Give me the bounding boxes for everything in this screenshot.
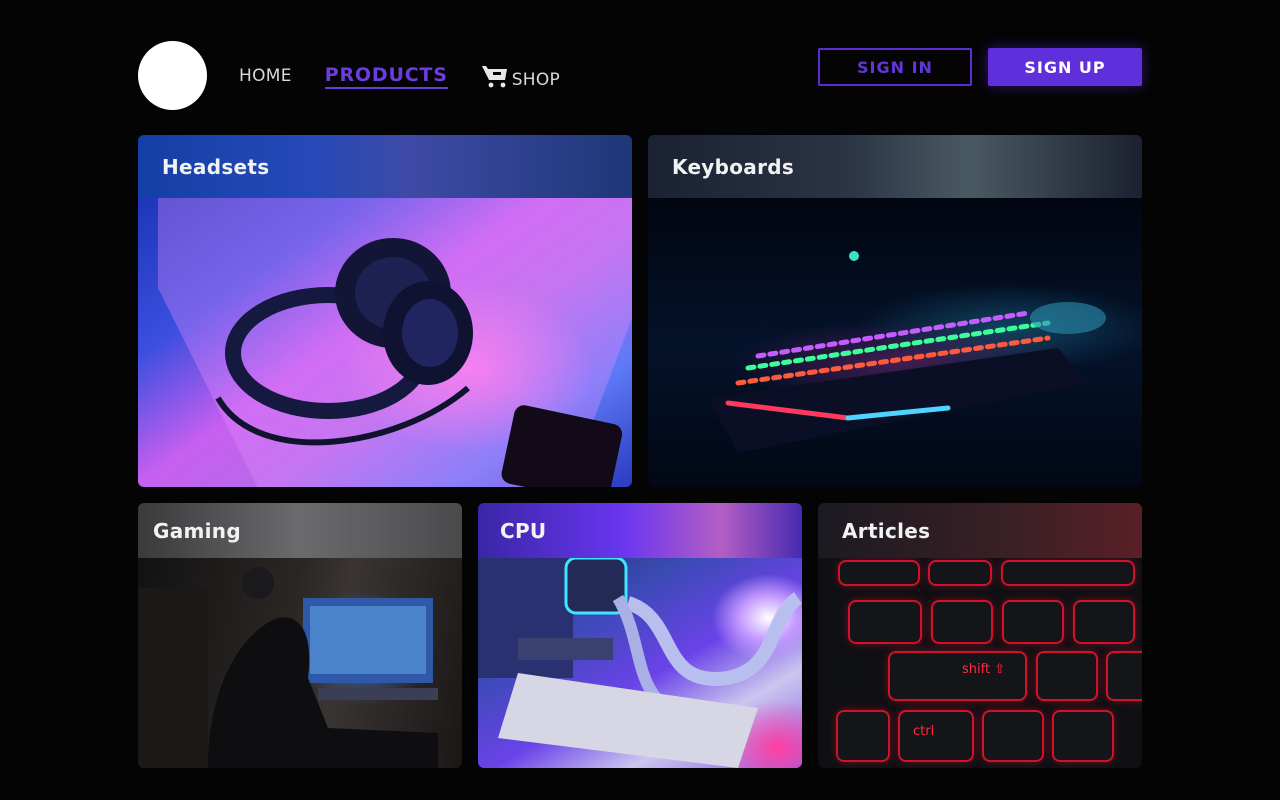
nav-shop-link[interactable]: SHOP <box>481 62 560 90</box>
card-title: CPU <box>500 518 547 543</box>
nav-products-link[interactable]: PRODUCTS <box>324 64 448 89</box>
logo[interactable] <box>138 41 207 110</box>
ctrl-keycap <box>900 712 972 760</box>
headset-illustration <box>158 198 632 487</box>
keycap <box>1054 712 1112 760</box>
keycap <box>984 712 1042 760</box>
card-title: Gaming <box>153 518 241 543</box>
card-title-bar: Articles <box>818 503 1142 558</box>
category-card-cpu[interactable]: CPU <box>478 503 802 768</box>
card-title-bar: Gaming <box>138 503 462 558</box>
keycap <box>930 562 990 584</box>
category-card-articles[interactable]: Articles shift ⇧ ctrl <box>818 503 1142 768</box>
card-title: Headsets <box>162 154 270 179</box>
card-title-bar: Headsets <box>138 135 632 198</box>
keyboards-image <box>648 198 1142 487</box>
gamer-illustration <box>138 567 438 768</box>
keycap <box>838 712 888 760</box>
gaming-image <box>138 558 462 768</box>
category-card-keyboards[interactable]: Keyboards <box>648 135 1142 487</box>
articles-image: shift ⇧ ctrl <box>818 558 1142 768</box>
keycap <box>1004 602 1062 642</box>
nav-home-link[interactable]: HOME <box>239 66 292 86</box>
category-card-gaming[interactable]: Gaming <box>138 503 462 768</box>
card-title-bar: CPU <box>478 503 802 558</box>
shift-key-label: shift ⇧ <box>962 662 1006 677</box>
pc-internals-illustration <box>478 558 802 768</box>
keycap <box>1075 602 1133 642</box>
keycap <box>1108 653 1142 699</box>
sign-up-button[interactable]: SIGN UP <box>988 48 1142 86</box>
cart-icon <box>481 66 507 88</box>
nav-shop-label: SHOP <box>511 70 561 90</box>
page: HOME PRODUCTS SHOP SIGN IN SIGN UP Heads… <box>0 0 1280 800</box>
card-title: Articles <box>842 518 931 543</box>
main-nav: HOME PRODUCTS SHOP <box>239 62 560 91</box>
sign-in-button[interactable]: SIGN IN <box>818 48 972 86</box>
ctrl-key-label: ctrl <box>913 724 935 739</box>
category-card-headsets[interactable]: Headsets <box>138 135 632 487</box>
keycap <box>1038 653 1096 699</box>
headsets-image <box>138 198 632 487</box>
card-title: Keyboards <box>672 154 795 179</box>
keycap <box>850 602 920 642</box>
card-title-bar: Keyboards <box>648 135 1142 198</box>
keyboard-illustration <box>708 251 1106 453</box>
cpu-image <box>478 558 802 768</box>
keycap <box>840 562 918 584</box>
keycap <box>933 602 991 642</box>
keycap <box>1003 562 1133 584</box>
